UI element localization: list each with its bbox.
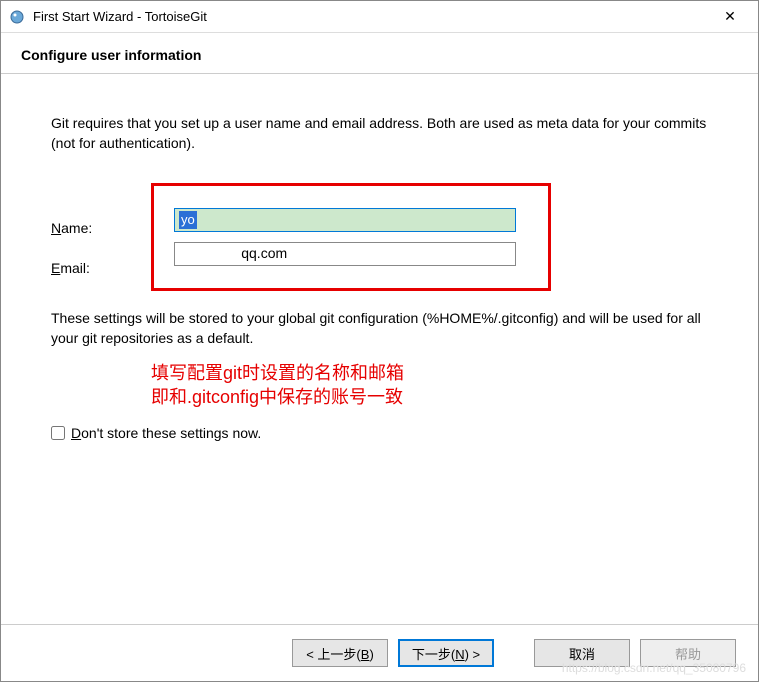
app-icon <box>9 9 25 25</box>
cancel-button[interactable]: 取消 <box>534 639 630 667</box>
email-label: Email: <box>51 260 90 276</box>
name-row: yo <box>174 208 528 232</box>
email-row: qq.com <box>174 242 528 266</box>
dont-store-checkbox[interactable] <box>51 426 65 440</box>
name-field[interactable]: yo <box>174 208 516 232</box>
email-field[interactable]: qq.com <box>174 242 516 266</box>
page-title: Configure user information <box>21 47 738 63</box>
wizard-header: Configure user information <box>1 33 758 74</box>
next-button[interactable]: 下一步(N) > <box>398 639 494 667</box>
dont-store-row: Don't store these settings now. <box>51 425 708 441</box>
name-label: Name: <box>51 220 92 236</box>
highlighted-form-area: yo qq.com <box>151 183 551 291</box>
wizard-content: Git requires that you set up a user name… <box>1 74 758 624</box>
description-text: Git requires that you set up a user name… <box>51 114 708 153</box>
storage-info-text: These settings will be stored to your gl… <box>51 309 708 348</box>
titlebar: First Start Wizard - TortoiseGit ✕ <box>1 1 758 33</box>
back-button[interactable]: < 上一步(B) <box>292 639 388 667</box>
button-bar: < 上一步(B) 下一步(N) > 取消 帮助 <box>1 624 758 681</box>
window-title: First Start Wizard - TortoiseGit <box>33 9 710 24</box>
dont-store-label[interactable]: Don't store these settings now. <box>71 425 261 441</box>
help-button[interactable]: 帮助 <box>640 639 736 667</box>
red-annotation: 填写配置git时设置的名称和邮箱 即和.gitconfig中保存的账号一致 <box>151 362 708 409</box>
close-button[interactable]: ✕ <box>710 3 750 31</box>
annotation-line2: 即和.gitconfig中保存的账号一致 <box>151 386 708 409</box>
annotation-line1: 填写配置git时设置的名称和邮箱 <box>151 362 708 385</box>
